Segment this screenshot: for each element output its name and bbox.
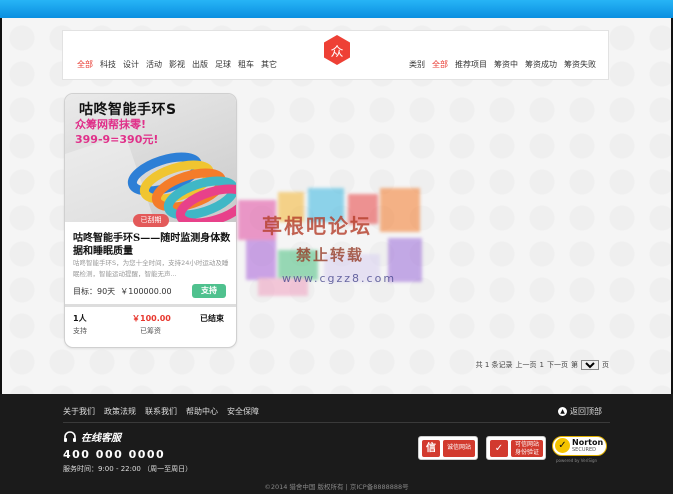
pager-next[interactable]: 下一页 <box>547 360 568 370</box>
footer-link-3[interactable]: 帮助中心 <box>186 406 218 417</box>
target-amount: ￥100000.00 <box>120 287 172 296</box>
stat-raised: ￥100.00 已筹资 <box>132 313 171 336</box>
verified-label-b: 身份验证 <box>514 449 539 456</box>
checkmark-icon: ✓ <box>555 438 570 453</box>
status-value: 已结束 <box>200 314 224 323</box>
headset-icon <box>64 430 76 442</box>
raised-label: 已筹资 <box>140 327 161 335</box>
project-image[interactable]: 咕咚智能手环S 众筹网帮抹零! 399-9=390元! <box>65 94 236 222</box>
project-description: 咕咚智能手环S，为您十全时间，支持24小时运动及睡眠检测，智能运动提醒，智能无声… <box>73 259 229 278</box>
project-title[interactable]: 咕咚智能手环S——随时监测身体数据和睡眠质量 <box>73 232 231 258</box>
footer: 关于我们 政策法规 联系我们 帮助中心 安全保障 ▲ 返回顶部 在线客服 400 000… <box>0 394 673 494</box>
pager-suffix: 页 <box>602 361 609 369</box>
credit-label: 诚信网站 <box>443 440 475 457</box>
status-4[interactable]: 筹资失败 <box>564 59 596 70</box>
footer-divider <box>63 422 610 423</box>
norton-title: Norton <box>572 438 604 447</box>
project-target: 目标：90天 ￥100000.00 <box>73 286 172 297</box>
page-select[interactable]: 1 <box>581 360 599 370</box>
norton-powered: powered by VeriSign <box>556 458 598 463</box>
verified-label-a: 可信网站 <box>514 441 539 448</box>
watermark: 草根吧论坛 禁止转载 www.cgzz8.com <box>238 188 438 298</box>
status-2[interactable]: 筹资中 <box>494 59 518 70</box>
category-2[interactable]: 设计 <box>123 59 139 70</box>
stat-supporters: 1人 支持 <box>73 313 87 336</box>
project-card[interactable]: 咕咚智能手环S 众筹网帮抹零! 399-9=390元! 已刮期 咕咚智能手环S—… <box>64 93 237 348</box>
status-1[interactable]: 推荐项目 <box>455 59 487 70</box>
category-1[interactable]: 科技 <box>100 59 116 70</box>
watermark-title: 草根吧论坛 <box>262 214 372 238</box>
category-0[interactable]: 全部 <box>77 59 93 70</box>
footer-link-2[interactable]: 联系我们 <box>145 406 177 417</box>
card-divider <box>65 304 236 307</box>
footer-links: 关于我们 政策法规 联系我们 帮助中心 安全保障 <box>63 406 259 417</box>
status-badge: 已刮期 <box>133 214 169 227</box>
target-label: 目标： <box>73 287 97 296</box>
service-hours: 服务时间：9:00 - 22:00 （周一至周日） <box>63 465 193 473</box>
trust-badge-verified[interactable]: ✓ 可信网站 身份验证 <box>486 436 546 460</box>
category-4[interactable]: 影视 <box>169 59 185 70</box>
footer-link-1[interactable]: 政策法规 <box>104 406 136 417</box>
logo-char: 众 <box>330 45 344 60</box>
status-filter-label: 类别 <box>409 60 425 69</box>
arrow-up-icon: ▲ <box>558 407 567 416</box>
image-price: 399-9=390元! <box>75 133 159 146</box>
footer-link-0[interactable]: 关于我们 <box>63 406 95 417</box>
category-3[interactable]: 活动 <box>146 59 162 70</box>
supporters-value: 1人 <box>73 314 87 323</box>
top-bar <box>0 0 673 18</box>
category-8[interactable]: 其它 <box>261 59 277 70</box>
category-nav: 全部 科技 设计 活动 影视 出版 足球 租车 其它 众 类别 全部 推荐项目 筹资中 筹资成功 筹资失… <box>62 30 609 80</box>
category-6[interactable]: 足球 <box>215 59 231 70</box>
customer-service: 在线客服 400 000 0000 服务时间：9:00 - 22:00 （周一至… <box>63 429 192 474</box>
verified-label: 可信网站 身份验证 <box>511 440 543 457</box>
credit-icon: 信 <box>422 440 440 457</box>
back-to-top-label: 返回顶部 <box>570 407 602 416</box>
target-days: 90天 <box>97 287 116 296</box>
pager-current: 1 <box>539 361 544 369</box>
footer-link-4[interactable]: 安全保障 <box>227 406 259 417</box>
raised-value: ￥100.00 <box>132 314 171 323</box>
image-subtitle: 众筹网帮抹零! <box>75 118 147 131</box>
status-3[interactable]: 筹资成功 <box>525 59 557 70</box>
category-filter: 全部 科技 设计 活动 影视 出版 足球 租车 其它 <box>77 59 277 70</box>
trust-badge-credit[interactable]: 信 诚信网站 <box>418 436 478 460</box>
service-title: 在线客服 <box>81 433 121 444</box>
site-logo[interactable]: 众 <box>321 34 353 66</box>
status-filter: 类别 全部 推荐项目 筹资中 筹资成功 筹资失败 <box>409 59 596 70</box>
watermark-subtitle: 禁止转载 <box>296 246 365 264</box>
pager-prefix: 第 <box>571 361 578 369</box>
shield-icon: ✓ <box>490 440 508 457</box>
pagination: 共 1 条记录 上一页 1 下一页 第 1 页 <box>476 360 609 370</box>
category-7[interactable]: 租车 <box>238 59 254 70</box>
watermark-url: www.cgzz8.com <box>282 272 397 285</box>
status-0[interactable]: 全部 <box>432 59 448 70</box>
support-button[interactable]: 支持 <box>192 284 226 298</box>
pager-prev[interactable]: 上一页 <box>516 360 537 370</box>
pager-summary: 共 1 条记录 <box>475 361 513 369</box>
supporters-label: 支持 <box>73 327 87 335</box>
norton-badge[interactable]: ✓ Norton SECURED powered by VeriSign <box>552 436 607 464</box>
category-5[interactable]: 出版 <box>192 59 208 70</box>
stat-status: 已结束 <box>200 313 224 324</box>
back-to-top-button[interactable]: ▲ 返回顶部 <box>558 406 602 417</box>
norton-sub: SECURED <box>572 447 596 453</box>
copyright: ©2014 猎舍中国 版权所有 | 京ICP备8888888号 <box>264 483 409 491</box>
service-phone: 400 000 0000 <box>63 448 166 461</box>
